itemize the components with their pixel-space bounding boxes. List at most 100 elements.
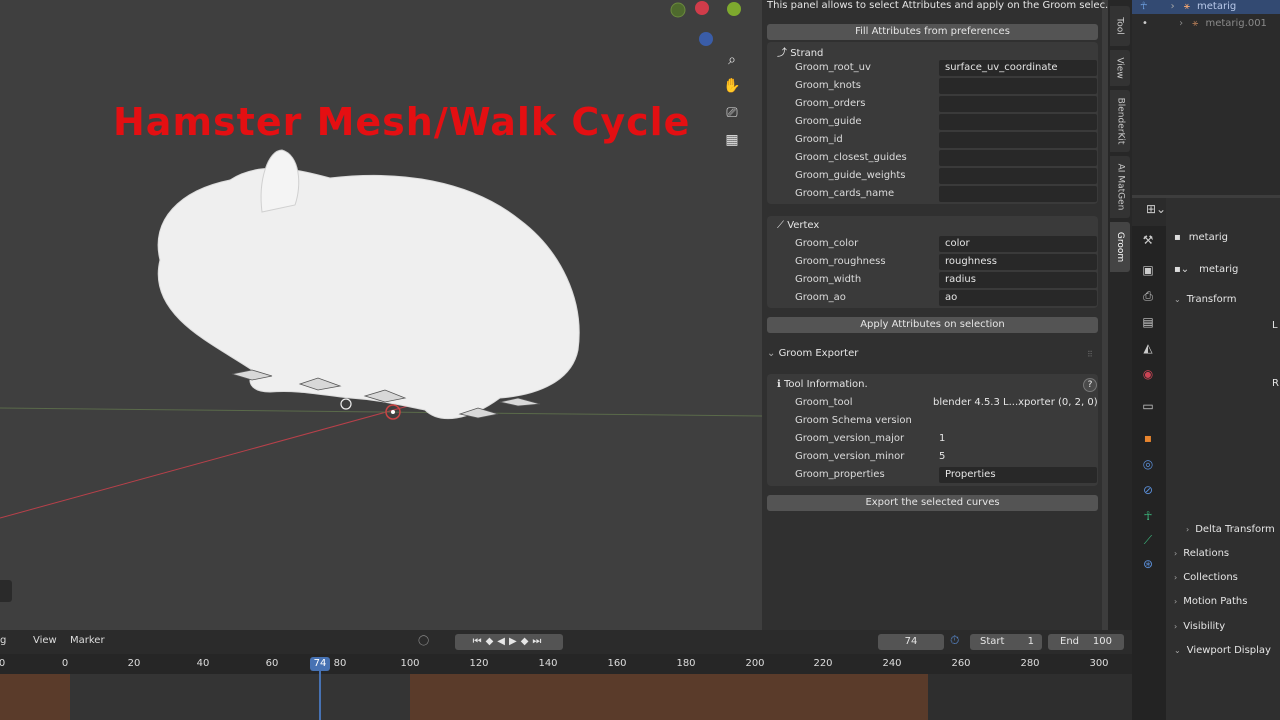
collection-tab-icon[interactable]: ▭ — [1140, 398, 1156, 414]
chevron-right-icon[interactable]: › — [1171, 1, 1175, 12]
fill-attributes-button[interactable]: Fill Attributes from preferences — [767, 24, 1098, 40]
start-frame-field[interactable]: Start 1 — [970, 634, 1042, 650]
prev-key-icon[interactable]: ◆ — [486, 636, 498, 647]
current-frame-field[interactable]: 74 — [878, 634, 944, 650]
strand-attr-value[interactable]: surface_uv_coordinate — [939, 60, 1097, 76]
menu-view[interactable]: View — [33, 635, 57, 646]
scene-tab-icon[interactable]: ◭ — [1140, 340, 1156, 356]
section-visibility[interactable]: › Visibility — [1174, 621, 1225, 632]
groom-info-value[interactable]: Properties — [939, 467, 1097, 483]
stopwatch-icon[interactable]: ⏱ — [950, 633, 959, 648]
strand-attr-value[interactable] — [939, 150, 1097, 166]
hamster-ear — [260, 149, 300, 213]
vertex-icon: ⟋ — [777, 220, 788, 231]
physics-tab-icon[interactable]: ◎ — [1140, 456, 1156, 472]
chevron-right-icon: › — [1174, 549, 1178, 558]
gizmo-y — [727, 2, 741, 16]
vertex-box: ⟋ Vertex Groom_color color Groom_roughness… — [767, 216, 1098, 308]
groom-exporter-header[interactable]: ⌄ Groom Exporter — [767, 348, 858, 359]
section-motion-paths[interactable]: › Motion Paths — [1174, 596, 1247, 607]
timeline-body[interactable] — [0, 674, 1132, 720]
menu-playback[interactable]: g — [0, 635, 6, 646]
export-curves-button[interactable]: Export the selected curves — [767, 495, 1098, 511]
section-collections[interactable]: › Collections — [1174, 572, 1238, 583]
y-axis-line — [0, 407, 762, 417]
vertex-attr-value[interactable]: radius — [939, 272, 1097, 288]
output-tab-icon[interactable]: ⎙ — [1140, 288, 1156, 304]
vertex-attr-value[interactable]: ao — [939, 290, 1097, 306]
apply-attributes-button[interactable]: Apply Attributes on selection — [767, 317, 1098, 333]
zoom-icon[interactable]: ⌕ — [722, 50, 742, 70]
timeline-ruler[interactable]: 0 0 20 40 60 80 100 120 140 160 180 200 220 240 260 280… — [0, 654, 1132, 674]
chevron-right-icon[interactable]: › — [1179, 18, 1183, 29]
section-transform[interactable]: ⌄ Transform — [1174, 294, 1236, 305]
jump-start-icon[interactable]: ⏮ — [473, 636, 486, 647]
object-tab-icon[interactable]: ▪ — [1140, 430, 1156, 446]
strand-attr-value[interactable] — [939, 96, 1097, 112]
play-reverse-icon[interactable]: ◀ — [497, 636, 509, 647]
bone-constraint-tab-icon[interactable]: ⊛ — [1140, 556, 1156, 572]
next-key-icon[interactable]: ◆ — [521, 636, 533, 647]
tab-blenderkit[interactable]: BlenderKit — [1110, 90, 1130, 152]
section-viewport-display[interactable]: ⌄ Viewport Display — [1174, 645, 1271, 656]
transform-clipped-label-r: R — [1272, 378, 1279, 389]
armature-tab-icon[interactable]: ☥ — [1140, 508, 1156, 524]
strand-attr-value[interactable] — [939, 114, 1097, 130]
bone-tab-icon[interactable]: ⟋ — [1140, 532, 1156, 548]
vertex-attr-value[interactable]: color — [939, 236, 1097, 252]
groom-info-label: Groom Schema version — [795, 415, 912, 426]
timeline-tick-label: 0 — [61, 658, 69, 669]
strand-attr-value[interactable] — [939, 168, 1097, 184]
3d-viewport[interactable]: Hamster Mesh/Walk Cycle ⌕ ✋ ⎚ ▦ — [0, 0, 762, 630]
groom-info-label: Groom_tool — [795, 397, 853, 408]
gizmo-z-neg — [699, 32, 713, 46]
jump-end-icon[interactable]: ⏭ — [532, 636, 545, 647]
vertex-attr-value[interactable]: roughness — [939, 254, 1097, 270]
editor-type-icon[interactable]: ⊞⌄ — [1146, 202, 1166, 216]
auto-keying-icon[interactable]: ◯ — [418, 635, 429, 646]
constraints-tab-icon[interactable]: ⊘ — [1140, 482, 1156, 498]
end-frame-field[interactable]: End 100 — [1048, 634, 1124, 650]
vertex-attr-label: Groom_width — [795, 274, 862, 285]
render-tab-icon[interactable]: ▣ — [1140, 262, 1156, 278]
tab-groom[interactable]: Groom — [1110, 222, 1130, 272]
timeline-tick-label: 300 — [1089, 658, 1109, 669]
view-layer-tab-icon[interactable]: ▤ — [1140, 314, 1156, 330]
tool-tab-icon[interactable]: ⚒ — [1140, 232, 1156, 248]
info-icon: ℹ — [777, 379, 784, 390]
strand-attr-label: Groom_knots — [795, 80, 861, 91]
outliner-item-metarig[interactable]: ☥ › ⚹ metarig — [1132, 0, 1280, 14]
data-name-field[interactable]: ▪⌄ metarig — [1174, 264, 1238, 275]
tab-tool[interactable]: Tool — [1110, 6, 1130, 46]
strand-box: ⤴ Strand Groom_root_uv surface_uv_coordin… — [767, 42, 1098, 204]
toolbar-stub[interactable] — [0, 580, 12, 602]
drag-handle-icon[interactable]: ⠿ — [1087, 350, 1093, 359]
outliner-item-metarig-001[interactable]: • › ⚹ metarig.001 — [1132, 17, 1280, 31]
world-tab-icon[interactable]: ◉ — [1140, 366, 1156, 382]
help-icon[interactable]: ? — [1083, 378, 1097, 392]
camera-icon[interactable]: ⎚ — [722, 103, 742, 123]
play-icon[interactable]: ▶ — [509, 636, 521, 647]
blender-window: Hamster Mesh/Walk Cycle ⌕ ✋ ⎚ ▦ This pan… — [0, 0, 1280, 720]
chevron-down-icon: ⌄ — [1174, 295, 1181, 304]
timeline-tick-label: 240 — [882, 658, 902, 669]
tab-view[interactable]: View — [1110, 50, 1130, 86]
playhead[interactable]: 74 — [310, 657, 330, 671]
section-relations[interactable]: › Relations — [1174, 548, 1229, 559]
timeline-tick-label: 40 — [196, 658, 210, 669]
section-delta-transform[interactable]: › Delta Transform — [1186, 524, 1275, 535]
timeline-tick-label: 20 — [127, 658, 141, 669]
strand-attr-value[interactable] — [939, 132, 1097, 148]
hand-icon[interactable]: ✋ — [722, 76, 742, 96]
properties-editor: ⊞⌄ ⚒ ▣ ⎙ ▤ ◭ ◉ ▭ ▪ ◎ ⊘ ☥ ⟋ ⊛ ▪ metarig ▪⌄… — [1132, 198, 1280, 720]
timeline-tick-label: 160 — [607, 658, 627, 669]
groom-info-value: blender 4.5.3 L...xporter (0, 2, 0) — [933, 397, 1098, 408]
grid-icon[interactable]: ▦ — [722, 130, 742, 150]
strand-attr-value[interactable] — [939, 78, 1097, 94]
timeline-tick-label: 100 — [400, 658, 420, 669]
tab-ai-matgen[interactable]: AI MatGen — [1110, 156, 1130, 218]
strand-attr-value[interactable] — [939, 186, 1097, 202]
playback-controls: ⏮◆◀▶◆⏭ — [455, 634, 563, 650]
menu-marker[interactable]: Marker — [70, 635, 105, 646]
groom-sidebar-panel: This panel allows to select Attributes a… — [762, 0, 1115, 630]
